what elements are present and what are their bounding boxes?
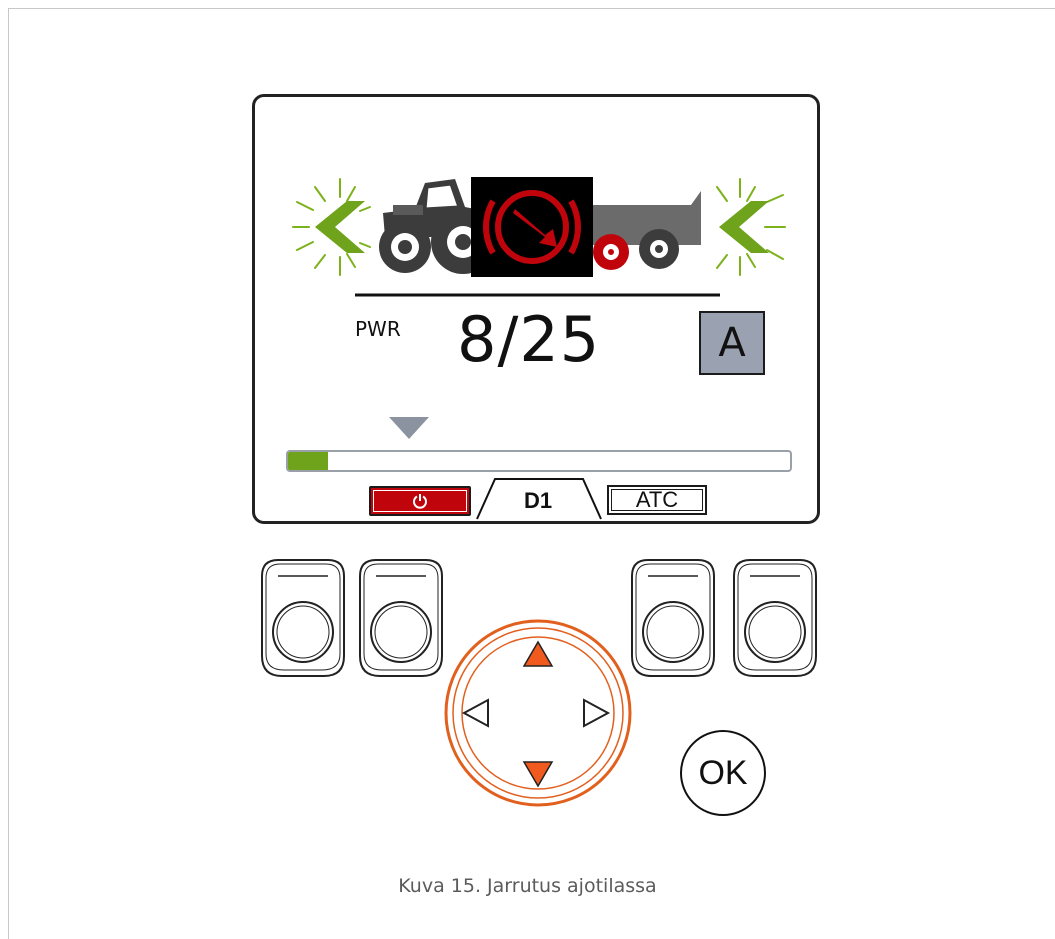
figure-caption: Kuva 15. Jarrutus ajotilassa [398,875,657,897]
soft-keys-right [631,559,817,677]
brake-warning-icon [471,177,593,277]
power-label: PWR [355,317,401,341]
soft-key-3[interactable] [631,559,715,677]
tab-atc[interactable]: ATC [607,485,707,515]
tab-power[interactable] [369,486,471,516]
soft-key-2[interactable] [359,559,443,677]
direction-pad [444,619,632,807]
left-chevron-blink-icon [292,178,371,276]
progress-pointer-icon [389,417,429,439]
ok-button[interactable]: OK [680,730,766,816]
soft-keys-left [261,559,443,677]
tab-d1[interactable]: D1 [483,486,593,516]
soft-key-1[interactable] [261,559,345,677]
status-graphic [292,177,786,297]
power-level-value: 8/25 [457,303,601,376]
progress-fill [288,452,329,470]
display-screen: PWR 8/25 A D1 ATC [252,94,820,524]
soft-key-4[interactable] [733,559,817,677]
mode-indicator: A [699,311,765,375]
right-chevron-blink-icon [716,178,786,276]
trailer-icon [593,191,701,270]
tab-atc-label: ATC [635,487,679,512]
progress-bar [286,450,792,472]
